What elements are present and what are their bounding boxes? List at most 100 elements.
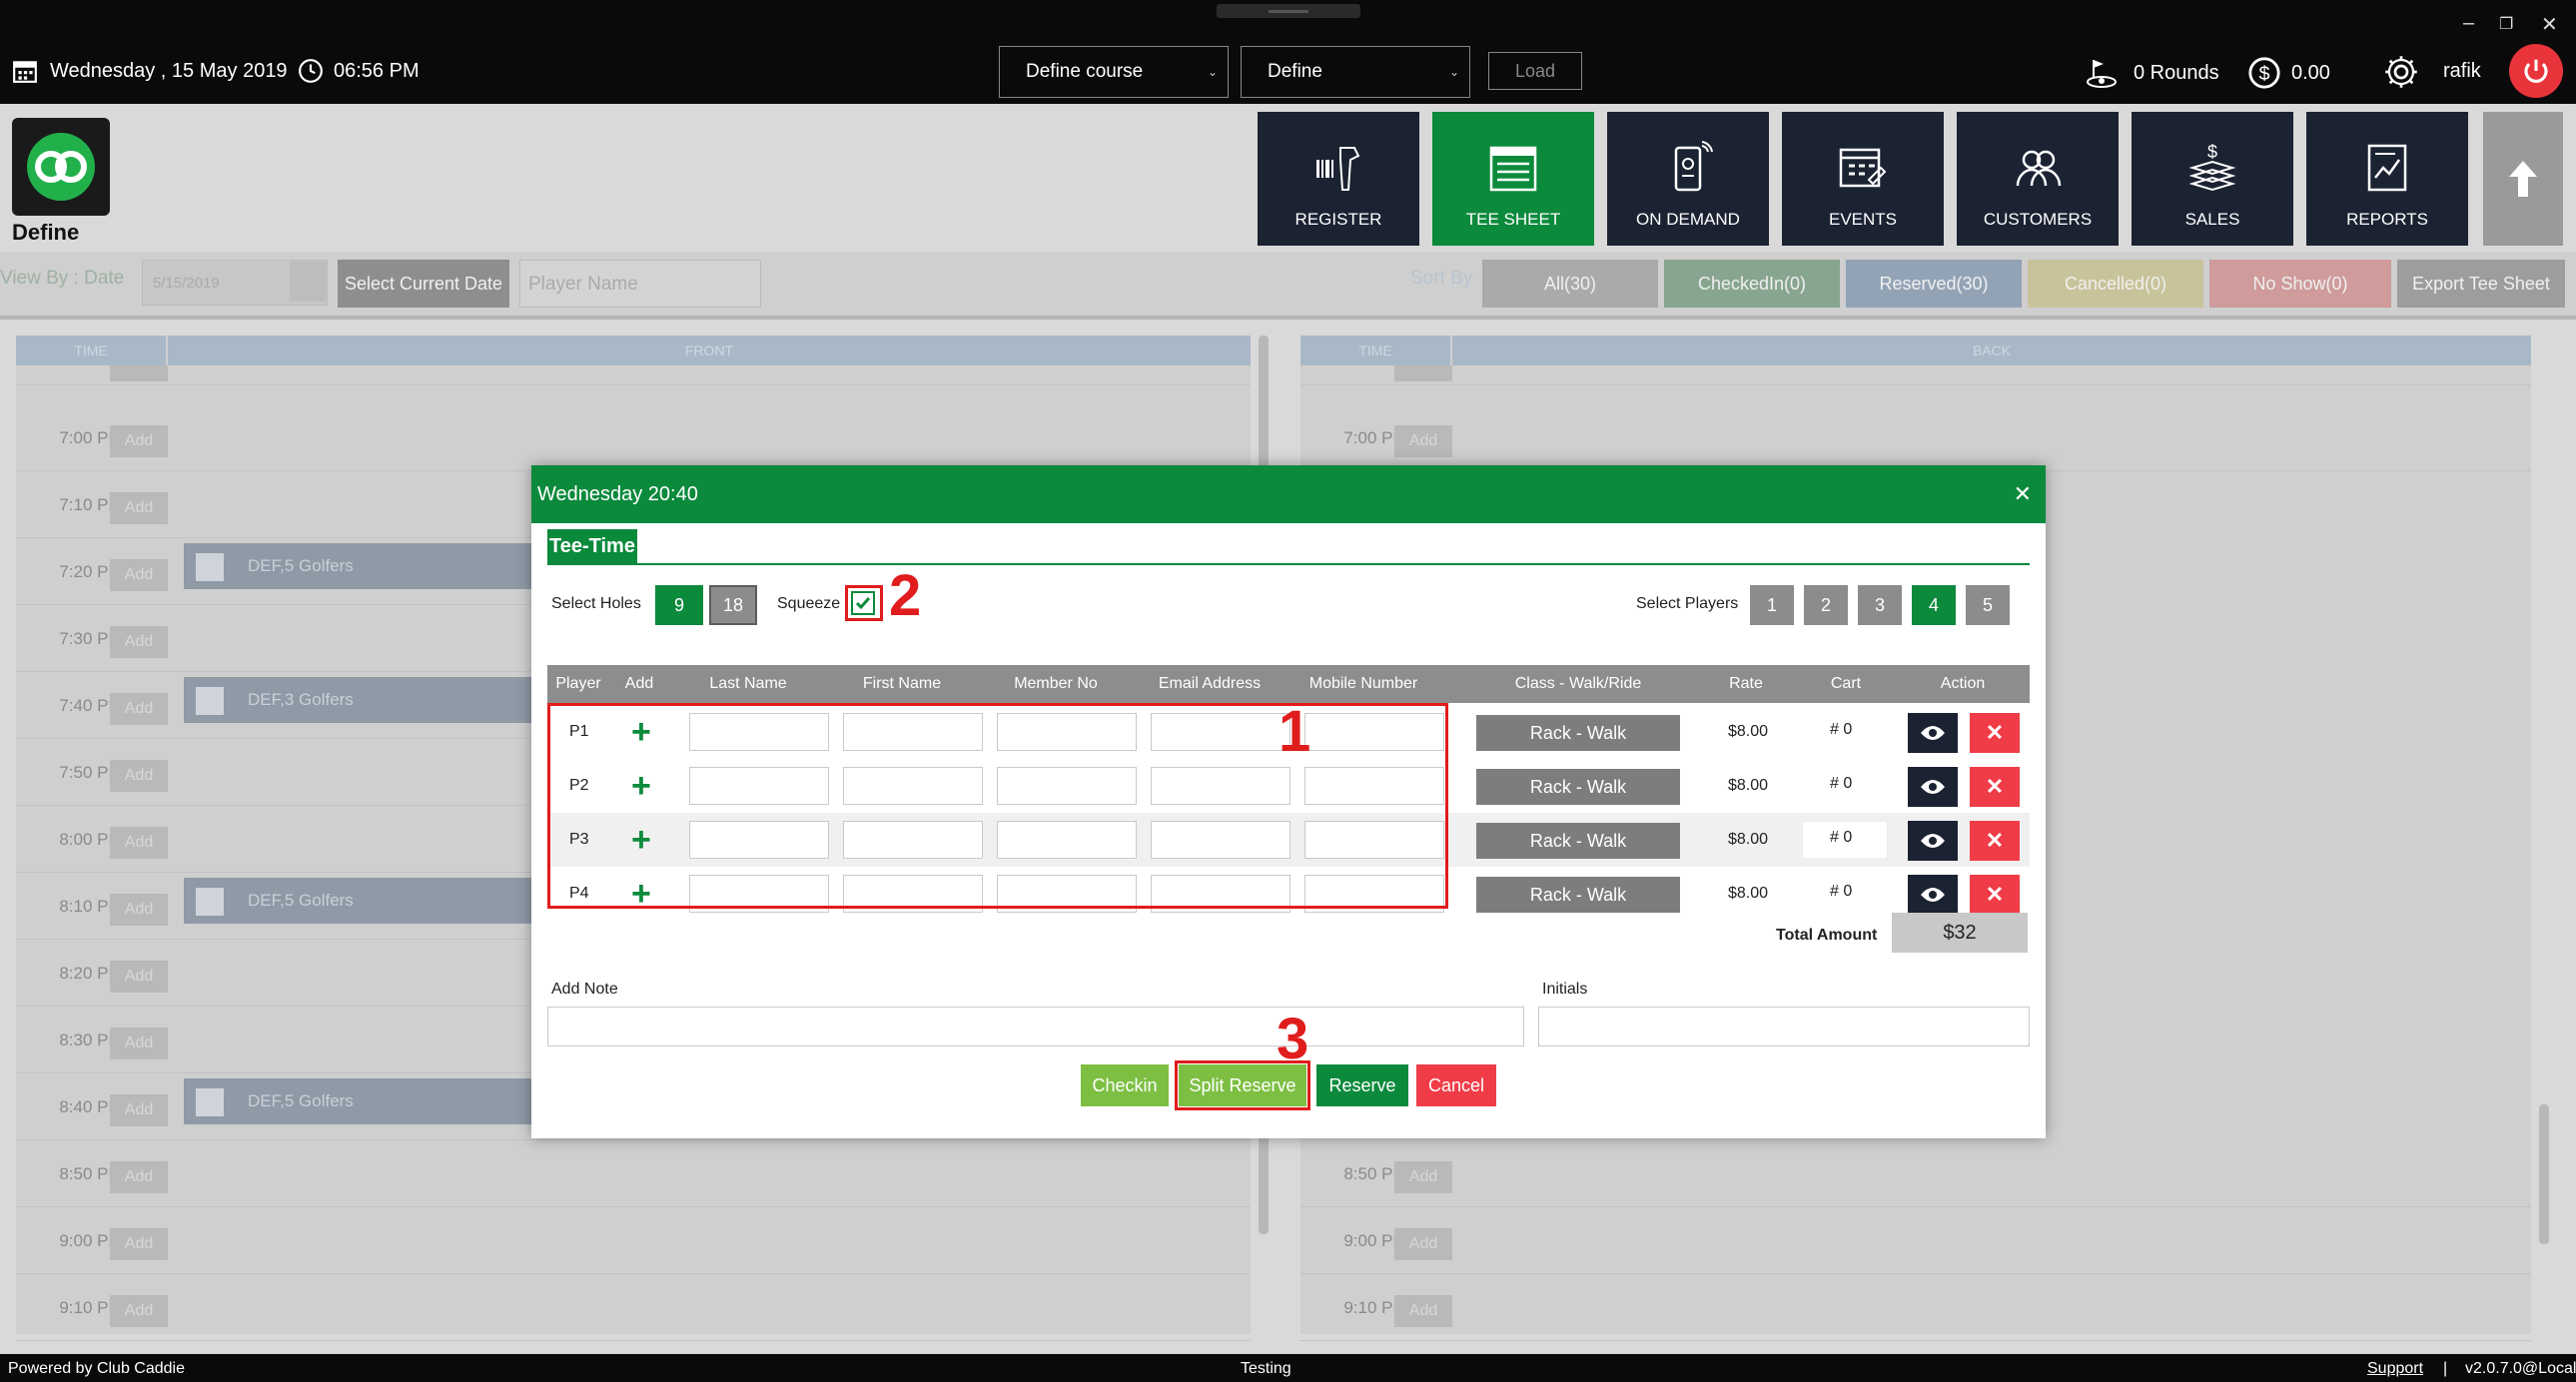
holes-18-button[interactable]: 18 bbox=[709, 585, 757, 625]
add-slot-button[interactable]: Add bbox=[1394, 425, 1452, 457]
add-slot-button[interactable]: Add bbox=[110, 894, 168, 926]
restore-icon[interactable]: ❐ bbox=[2499, 14, 2513, 34]
add-slot-button[interactable]: Add bbox=[110, 961, 168, 993]
add-slot-button[interactable]: Add bbox=[110, 1028, 168, 1059]
class-select[interactable]: Rack - Walk bbox=[1476, 823, 1680, 859]
add-slot-button[interactable]: Add bbox=[110, 559, 168, 591]
select-current-date-button[interactable]: Select Current Date bbox=[338, 260, 509, 308]
window-drag-handle[interactable] bbox=[1217, 4, 1360, 18]
holes-9-button[interactable]: 9 bbox=[655, 585, 703, 625]
balance-display[interactable]: $ 0.00 bbox=[2247, 56, 2330, 90]
note-input[interactable] bbox=[547, 1007, 1524, 1046]
split-reserve-button[interactable]: Split Reserve bbox=[1179, 1064, 1306, 1106]
class-select[interactable]: Rack - Walk bbox=[1476, 769, 1680, 805]
eye-icon bbox=[1921, 780, 1945, 794]
back-scrollbar[interactable] bbox=[2539, 1104, 2549, 1244]
chevron-down-icon: ⌄ bbox=[1448, 65, 1459, 79]
nav-on-demand[interactable]: ON DEMAND bbox=[1607, 112, 1769, 246]
view-button[interactable] bbox=[1908, 875, 1958, 915]
gear-icon[interactable] bbox=[2383, 54, 2419, 90]
filter-noshow-button[interactable]: No Show(0) bbox=[2209, 260, 2391, 308]
remove-player-button[interactable]: ✕ bbox=[1970, 875, 2020, 915]
footer-separator: | bbox=[2443, 1360, 2448, 1377]
booking-checkbox[interactable] bbox=[196, 687, 224, 715]
players-1-button[interactable]: 1 bbox=[1750, 585, 1794, 625]
tab-tee-time[interactable]: Tee-Time bbox=[547, 529, 637, 563]
view-button[interactable] bbox=[1908, 821, 1958, 861]
booking-slot[interactable]: DEF,5 Golfers bbox=[184, 543, 543, 589]
reserve-button[interactable]: Reserve bbox=[1316, 1064, 1408, 1106]
col-action: Action bbox=[1940, 675, 1986, 692]
filter-all-button[interactable]: All(30) bbox=[1482, 260, 1658, 308]
filter-reserved-button[interactable]: Reserved(30) bbox=[1846, 260, 2022, 308]
add-slot-button[interactable]: Add bbox=[1394, 1295, 1452, 1327]
mobile-phone-icon bbox=[1674, 141, 1713, 192]
booking-slot[interactable]: DEF,5 Golfers bbox=[184, 1078, 543, 1124]
add-slot-button[interactable]: Add bbox=[1394, 1161, 1452, 1193]
time-row: 7:00 PM Add bbox=[1300, 405, 2531, 471]
players-5-button[interactable]: 5 bbox=[1966, 585, 2010, 625]
support-link[interactable]: Support bbox=[2367, 1360, 2423, 1378]
checkin-button[interactable]: Checkin bbox=[1081, 1064, 1169, 1106]
class-select[interactable]: Rack - Walk bbox=[1476, 877, 1680, 913]
rounds-counter[interactable]: 0 Rounds bbox=[2084, 56, 2219, 90]
add-slot-button[interactable]: Add bbox=[110, 693, 168, 725]
squeeze-checkbox[interactable] bbox=[851, 591, 875, 615]
booking-slot[interactable]: DEF,3 Golfers bbox=[184, 677, 543, 723]
minimize-icon[interactable]: – bbox=[2463, 12, 2474, 35]
cancel-button[interactable]: Cancel bbox=[1416, 1064, 1496, 1106]
course-select[interactable]: Define course ⌄ bbox=[999, 46, 1229, 98]
user-name[interactable]: rafik bbox=[2443, 60, 2481, 83]
time-text: 06:56 PM bbox=[334, 59, 420, 82]
date-picker-icon[interactable] bbox=[290, 262, 326, 302]
export-tee-sheet-button[interactable]: Export Tee Sheet bbox=[2397, 260, 2565, 308]
add-slot-button[interactable]: Add bbox=[110, 1094, 168, 1126]
booking-checkbox[interactable] bbox=[196, 553, 224, 581]
add-slot-button[interactable] bbox=[110, 365, 168, 381]
define-select[interactable]: Define ⌄ bbox=[1241, 46, 1470, 98]
svg-text:$: $ bbox=[2258, 63, 2269, 85]
nav-register[interactable]: REGISTER bbox=[1258, 112, 1419, 246]
booking-checkbox[interactable] bbox=[196, 1088, 224, 1116]
add-slot-button[interactable]: Add bbox=[110, 1295, 168, 1327]
nav-tee-sheet[interactable]: TEE SHEET bbox=[1432, 112, 1594, 246]
power-button[interactable] bbox=[2509, 44, 2563, 98]
filter-checkedin-button[interactable]: CheckedIn(0) bbox=[1664, 260, 1840, 308]
time-row: 9:10 PM Add bbox=[16, 1275, 1251, 1341]
select-holes-label: Select Holes bbox=[551, 595, 641, 612]
players-3-button[interactable]: 3 bbox=[1858, 585, 1902, 625]
nav-sales[interactable]: $ SALES bbox=[2132, 112, 2293, 246]
add-slot-button[interactable]: Add bbox=[110, 1228, 168, 1260]
eye-icon bbox=[1921, 834, 1945, 848]
add-slot-button[interactable] bbox=[1394, 365, 1452, 381]
load-button[interactable]: Load bbox=[1488, 52, 1582, 90]
add-slot-button[interactable]: Add bbox=[110, 1161, 168, 1193]
players-4-button[interactable]: 4 bbox=[1912, 585, 1956, 625]
add-slot-button[interactable]: Add bbox=[110, 492, 168, 524]
booking-slot[interactable]: DEF,5 Golfers bbox=[184, 878, 543, 924]
filter-cancelled-button[interactable]: Cancelled(0) bbox=[2028, 260, 2203, 308]
nav-reports[interactable]: REPORTS bbox=[2306, 112, 2468, 246]
remove-player-button[interactable]: ✕ bbox=[1970, 713, 2020, 753]
close-window-icon[interactable]: ✕ bbox=[2541, 12, 2558, 37]
add-slot-button[interactable]: Add bbox=[110, 425, 168, 457]
title-bar: – ❐ ✕ Wednesday , 15 May 2019 06:56 PM D… bbox=[0, 0, 2576, 104]
nav-customers[interactable]: CUSTOMERS bbox=[1957, 112, 2119, 246]
class-select[interactable]: Rack - Walk bbox=[1476, 715, 1680, 751]
booking-checkbox[interactable] bbox=[196, 888, 224, 916]
scroll-top-button[interactable] bbox=[2483, 112, 2563, 246]
add-slot-button[interactable]: Add bbox=[1394, 1228, 1452, 1260]
powered-by: Powered by Club Caddie bbox=[8, 1360, 185, 1377]
add-slot-button[interactable]: Add bbox=[110, 827, 168, 859]
initials-input[interactable] bbox=[1538, 1007, 2030, 1046]
close-icon[interactable]: ✕ bbox=[2014, 481, 2032, 507]
player-name-input[interactable]: Player Name bbox=[519, 260, 761, 308]
view-button[interactable] bbox=[1908, 767, 1958, 807]
remove-player-button[interactable]: ✕ bbox=[1970, 767, 2020, 807]
players-2-button[interactable]: 2 bbox=[1804, 585, 1848, 625]
nav-events[interactable]: EVENTS bbox=[1782, 112, 1944, 246]
add-slot-button[interactable]: Add bbox=[110, 760, 168, 792]
remove-player-button[interactable]: ✕ bbox=[1970, 821, 2020, 861]
add-slot-button[interactable]: Add bbox=[110, 626, 168, 658]
view-button[interactable] bbox=[1908, 713, 1958, 753]
